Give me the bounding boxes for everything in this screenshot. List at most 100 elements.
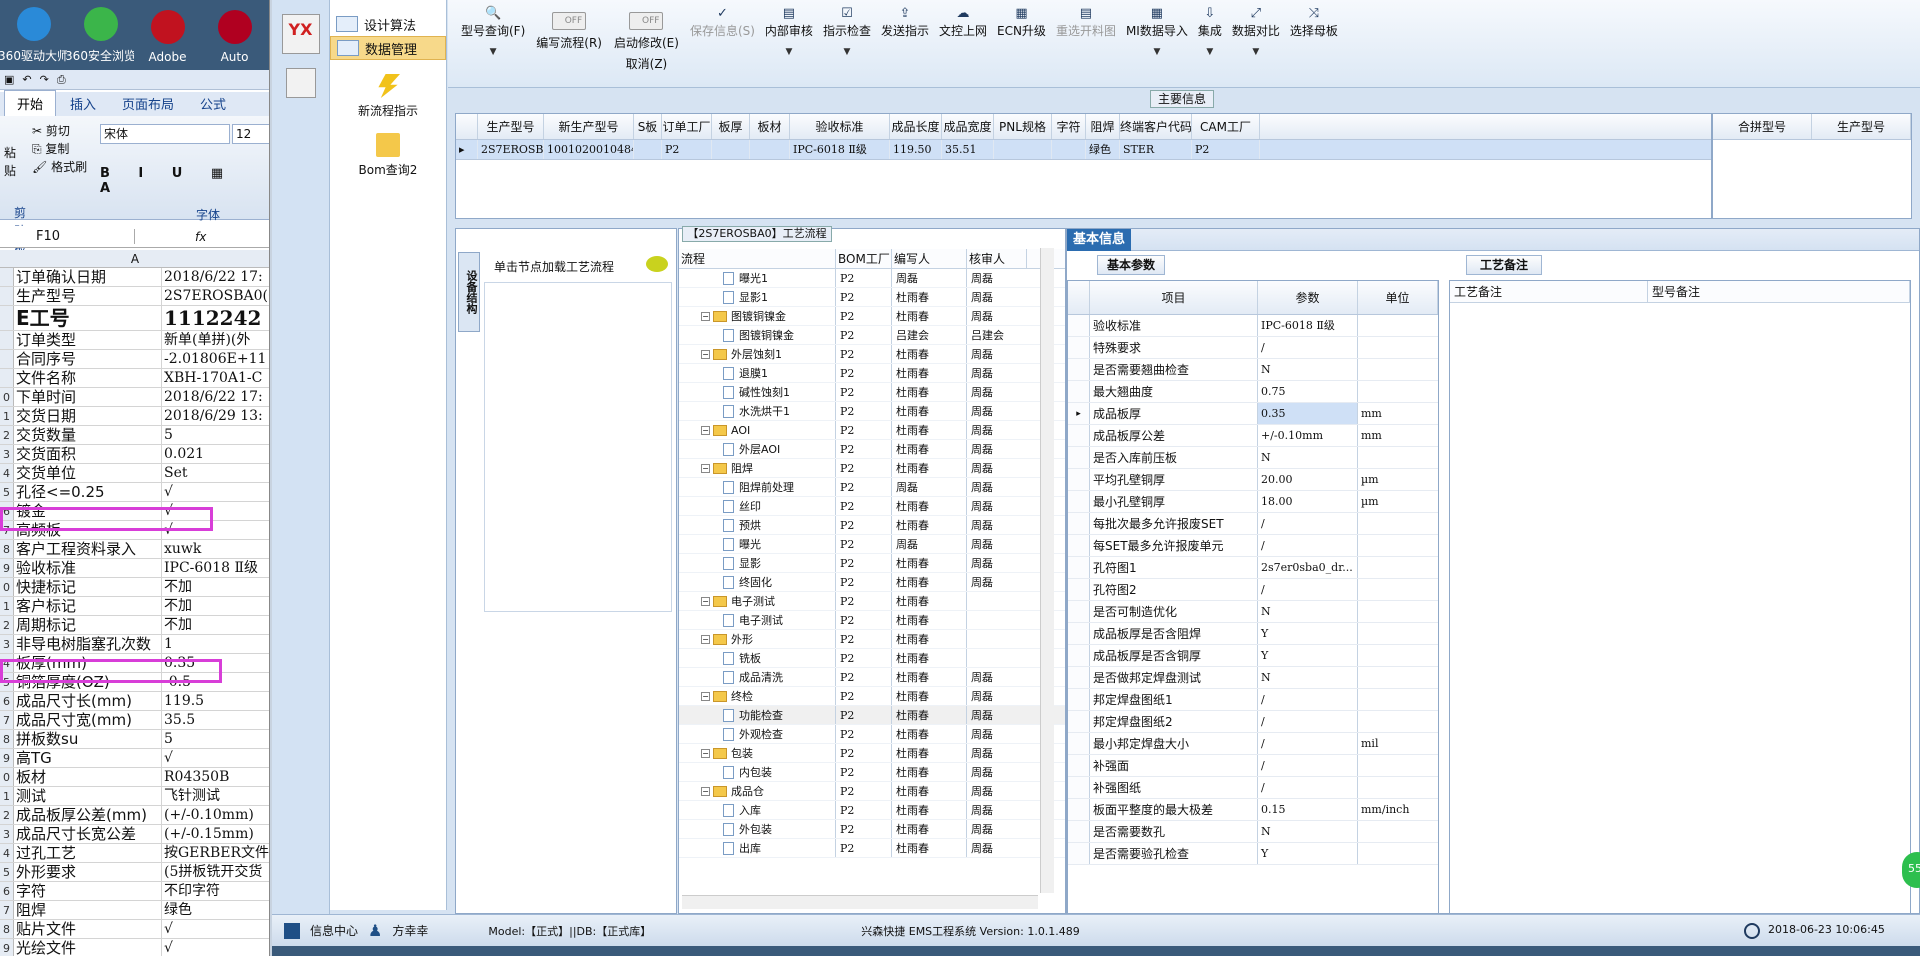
- cell[interactable]: STER: [1120, 140, 1192, 159]
- column-header[interactable]: 参数: [1258, 281, 1358, 314]
- cell-b[interactable]: Set: [162, 464, 269, 482]
- column-header[interactable]: 工艺备注: [1450, 281, 1648, 302]
- tree-node[interactable]: − 阻焊: [679, 459, 836, 477]
- tree-node[interactable]: − AOI: [679, 421, 836, 439]
- tree-node[interactable]: 丝印: [679, 497, 836, 515]
- device-structure-tab[interactable]: 设备结构: [458, 252, 480, 332]
- param-row[interactable]: 最小邦定焊盘大小 / mil: [1068, 733, 1438, 755]
- column-header[interactable]: 板厚: [712, 114, 750, 139]
- collapse-icon[interactable]: −: [701, 311, 710, 321]
- cell-b[interactable]: R04350B: [162, 768, 269, 786]
- cell-b[interactable]: 35.5: [162, 711, 269, 729]
- dropdown-arrow-icon[interactable]: ▼: [1252, 47, 1259, 57]
- undo-icon[interactable]: ↶: [22, 73, 31, 86]
- collapse-icon[interactable]: −: [701, 463, 710, 473]
- param-row[interactable]: 每SET最多允许报废单元 /: [1068, 535, 1438, 557]
- cell-a[interactable]: 生产型号: [14, 287, 162, 305]
- cell-a[interactable]: 交货面积: [14, 445, 162, 463]
- cell-a[interactable]: 贴片文件: [14, 920, 162, 938]
- cell-a[interactable]: 周期标记: [14, 616, 162, 634]
- param-value[interactable]: 18.00: [1258, 491, 1358, 512]
- collapse-icon[interactable]: −: [701, 349, 710, 359]
- column-header[interactable]: 字符: [1052, 114, 1086, 139]
- paste-button[interactable]: 粘贴: [4, 144, 20, 180]
- dropdown-arrow-icon[interactable]: ▼: [490, 47, 497, 57]
- tree-row[interactable]: − 成品仓 P2 杜雨春 周磊: [679, 782, 1065, 801]
- toolbar-button[interactable]: ✓ 保存信息(S): [685, 0, 760, 87]
- cell-a[interactable]: 交货单位: [14, 464, 162, 482]
- cell[interactable]: [634, 140, 662, 159]
- param-row[interactable]: 是否需要数孔 N: [1068, 821, 1438, 843]
- param-row[interactable]: 验收标准 IPC-6018 Ⅱ级: [1068, 315, 1438, 337]
- desktop-icon[interactable]: 360驱动大师: [0, 0, 67, 70]
- cell-a[interactable]: 客户标记: [14, 597, 162, 615]
- tree-row[interactable]: 退膜1 P2 杜雨春 周磊: [679, 364, 1065, 383]
- column-header[interactable]: 订单工厂: [662, 114, 712, 139]
- tree-row[interactable]: 显影1 P2 杜雨春 周磊: [679, 288, 1065, 307]
- param-row[interactable]: 孔符图1 2s7er0sba0_dr...: [1068, 557, 1438, 579]
- param-value[interactable]: /: [1258, 535, 1358, 556]
- excel-tab[interactable]: 插入: [58, 91, 108, 116]
- cut-button[interactable]: ✂ 剪切: [32, 122, 87, 140]
- floating-badge[interactable]: 55: [1902, 852, 1920, 888]
- cell-b[interactable]: (+/-0.15mm): [162, 825, 269, 843]
- toggle-switch[interactable]: OFF: [552, 12, 587, 30]
- collapse-icon[interactable]: −: [701, 634, 710, 644]
- toolbar-button[interactable]: ⇪ 发送指示: [876, 0, 934, 87]
- tree-row[interactable]: − 终检 P2 杜雨春 周磊: [679, 687, 1065, 706]
- tree-node[interactable]: 碱性蚀刻1: [679, 383, 836, 401]
- tree-row[interactable]: 入库 P2 杜雨春 周磊: [679, 801, 1065, 820]
- cell-a[interactable]: 验收标准: [14, 559, 162, 577]
- cell-b[interactable]: √: [162, 920, 269, 938]
- param-value[interactable]: Y: [1258, 843, 1358, 864]
- cell-b[interactable]: 2S7EROSBA0(6子: [162, 287, 269, 305]
- dropdown-arrow-icon[interactable]: ▼: [1206, 47, 1213, 57]
- cell-b[interactable]: √: [162, 939, 269, 956]
- param-row[interactable]: 特殊要求 /: [1068, 337, 1438, 359]
- toggle-1[interactable]: OFF 编写流程(R): [530, 0, 608, 87]
- cell-a[interactable]: 成品尺寸长(mm): [14, 692, 162, 710]
- cell-b[interactable]: 1: [162, 635, 269, 653]
- tree-node[interactable]: − 包装: [679, 744, 836, 762]
- tree-node[interactable]: 预烘: [679, 516, 836, 534]
- column-header[interactable]: S板: [634, 114, 662, 139]
- param-row[interactable]: 是否需要验孔检查 Y: [1068, 843, 1438, 865]
- tree-vertical-scrollbar[interactable]: [1040, 248, 1054, 893]
- cell[interactable]: [712, 140, 750, 159]
- cell-b[interactable]: (+/-0.10mm): [162, 806, 269, 824]
- toolbar-button[interactable]: ☁ 文控上网: [934, 0, 992, 87]
- cell-b[interactable]: IPC-6018 Ⅱ级: [162, 559, 269, 577]
- tree-node[interactable]: 显影: [679, 554, 836, 572]
- param-row[interactable]: 最大翘曲度 0.75: [1068, 381, 1438, 403]
- desktop-icon[interactable]: Auto: [201, 0, 268, 70]
- tree-node[interactable]: − 电子测试: [679, 592, 836, 610]
- menu-item[interactable]: 数据管理: [330, 36, 446, 60]
- cell[interactable]: [994, 140, 1052, 159]
- name-box[interactable]: F10: [0, 229, 135, 244]
- tree-node[interactable]: 出库: [679, 839, 836, 857]
- cell-b[interactable]: 按GERBER文件: [162, 844, 269, 862]
- cell[interactable]: IPC-6018 Ⅱ级: [790, 140, 890, 159]
- column-header[interactable]: CAM工厂: [1192, 114, 1260, 139]
- cell-b[interactable]: 5: [162, 426, 269, 444]
- menu-tool[interactable]: 新流程指示: [330, 74, 446, 119]
- param-value[interactable]: N: [1258, 601, 1358, 622]
- format-painter-button[interactable]: 🖌 格式刷: [32, 158, 87, 176]
- tree-row[interactable]: 铣板 P2 杜雨春: [679, 649, 1065, 668]
- tree-node[interactable]: 曝光: [679, 535, 836, 553]
- tree-row[interactable]: 功能检查 P2 杜雨春 周磊: [679, 706, 1065, 725]
- param-row[interactable]: 补强面 /: [1068, 755, 1438, 777]
- dropdown-arrow-icon[interactable]: ▼: [1153, 47, 1160, 57]
- dropdown-arrow-icon[interactable]: ▼: [843, 47, 850, 57]
- cell-b[interactable]: (5拼板铣开交货: [162, 863, 269, 881]
- excel-tab[interactable]: 公式: [188, 91, 238, 116]
- tree-row[interactable]: 成品清洗 P2 杜雨春 周磊: [679, 668, 1065, 687]
- cell-a[interactable]: 成品尺寸长宽公差: [14, 825, 162, 843]
- column-header[interactable]: 终端客户代码: [1120, 114, 1192, 139]
- cell-a[interactable]: 阻焊: [14, 901, 162, 919]
- basic-info-tab[interactable]: 基本信息: [1067, 229, 1131, 251]
- cell-b[interactable]: 2018/6/22 17:: [162, 268, 269, 286]
- column-header[interactable]: 验收标准: [790, 114, 890, 139]
- cell-a[interactable]: 订单类型: [14, 331, 162, 349]
- tree-row[interactable]: 曝光 P2 周磊 周磊: [679, 535, 1065, 554]
